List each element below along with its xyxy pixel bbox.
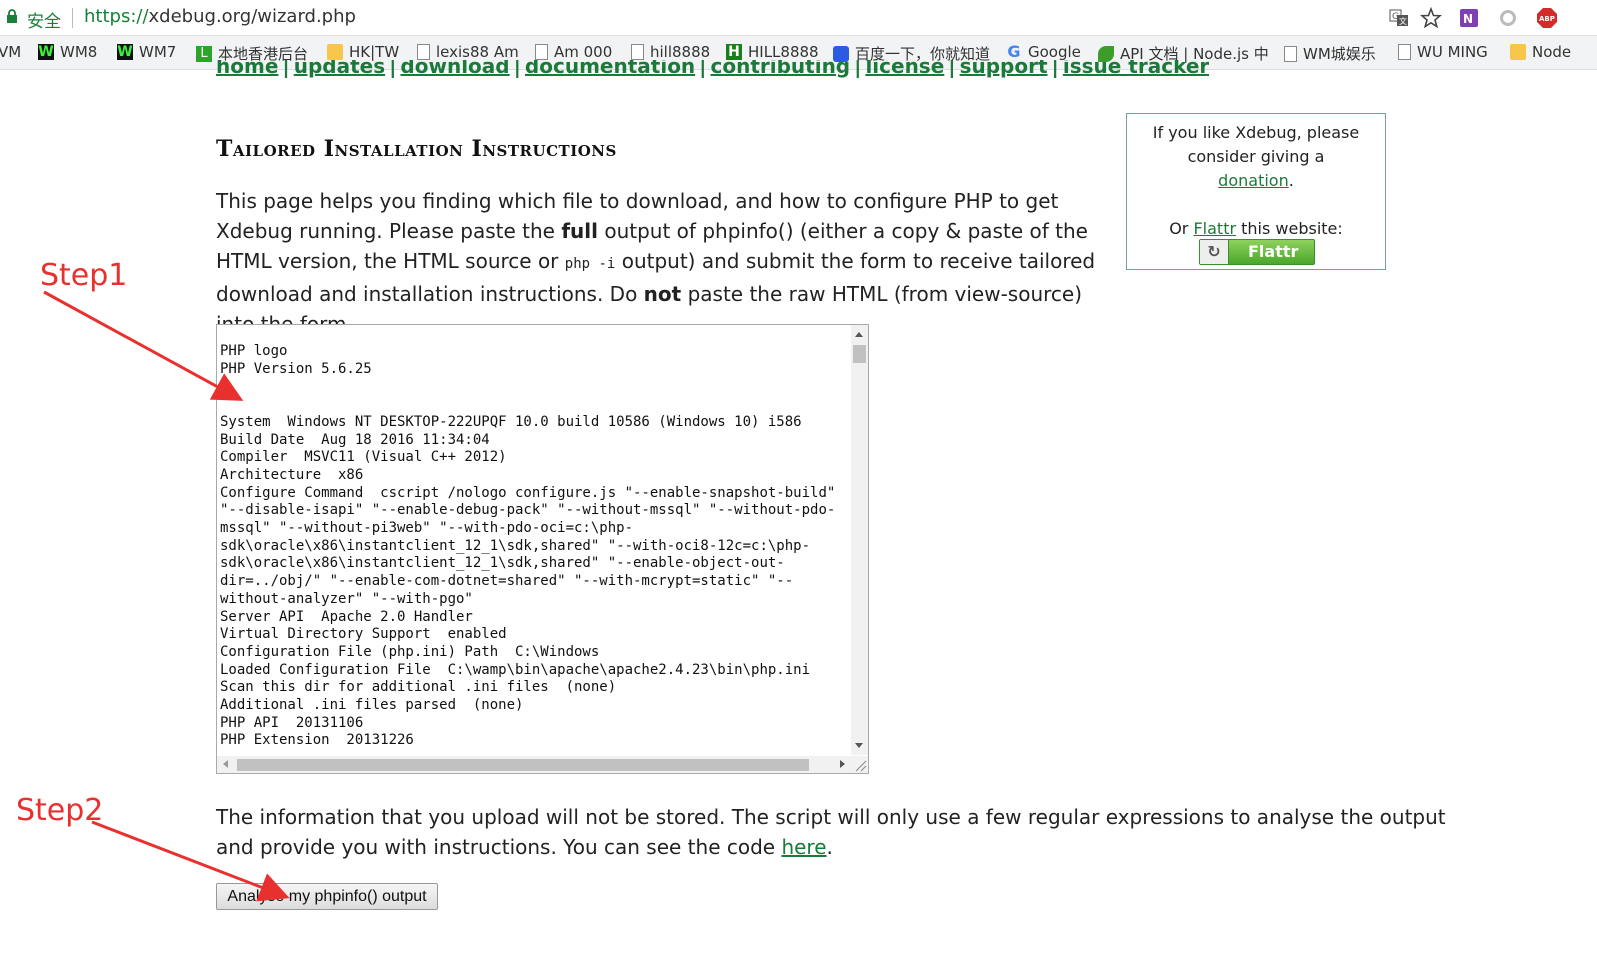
step1-arrow [43,290,244,401]
step2-arrow [91,820,290,902]
annotation-arrows [43,290,290,902]
